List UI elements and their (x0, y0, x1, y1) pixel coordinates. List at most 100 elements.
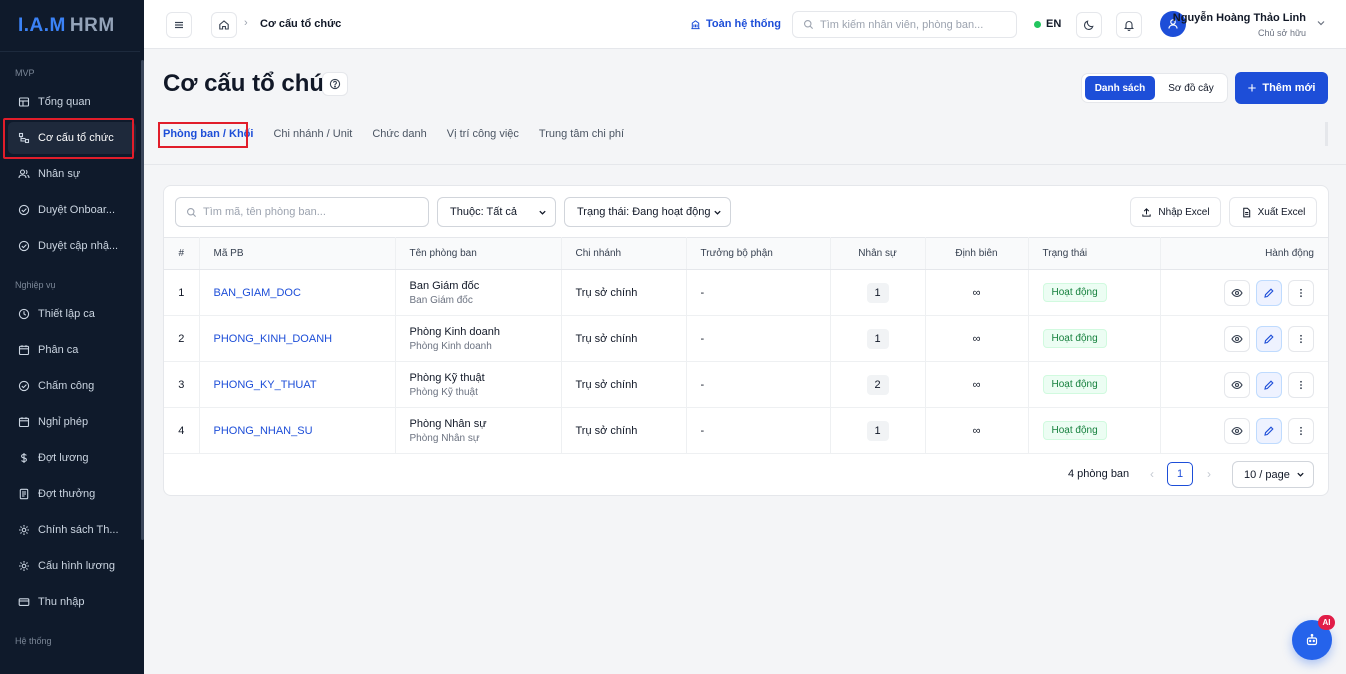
column-header[interactable]: Chi nhánh (561, 237, 687, 270)
quota-cell: ∞ (925, 269, 1029, 316)
sidebar: I.A.M HRM MVP Tổng quan Cơ cấu tổ chức Nh… (0, 0, 144, 674)
status-filter-select[interactable]: Trạng thái: Đang hoạt động (564, 197, 731, 227)
card-icon (18, 596, 30, 608)
view-button[interactable] (1224, 371, 1250, 398)
more-button[interactable] (1288, 417, 1314, 444)
global-search-input[interactable]: Tìm kiếm nhân viên, phòng ban... (792, 11, 1017, 38)
sidebar-item-salary-config[interactable]: Cấu hình lương (0, 548, 144, 584)
pagination-next-button[interactable]: › (1198, 462, 1220, 486)
department-code-link[interactable]: PHONG_NHAN_SU (214, 425, 313, 437)
department-code-link[interactable]: PHONG_KINH_DOANH (214, 333, 333, 345)
sidebar-item-shift-setup[interactable]: Thiết lập ca (0, 296, 144, 332)
belongs-filter-select[interactable]: Thuộc: Tất cả (437, 197, 556, 227)
tab-branches[interactable]: Chi nhánh / Unit (273, 128, 352, 140)
sidebar-item-update-approval[interactable]: Duyệt cập nhậ... (0, 228, 144, 264)
sidebar-item-policy[interactable]: Chính sách Th... (0, 512, 144, 548)
theme-toggle-button[interactable] (1076, 12, 1102, 38)
staff-count-badge: 1 (866, 282, 889, 303)
sidebar-item-staff[interactable]: Nhân sự (0, 156, 144, 192)
language-switch[interactable]: EN (1034, 18, 1061, 30)
sidebar-item-payroll[interactable]: Đợt lương (0, 440, 144, 476)
sidebar-item-label: Duyệt cập nhậ... (38, 240, 119, 252)
sidebar-item-bonus[interactable]: Đợt thưởng (0, 476, 144, 512)
chevron-down-icon (1297, 472, 1304, 477)
building-icon (691, 19, 700, 29)
add-new-button[interactable]: + Thêm mới (1235, 72, 1328, 104)
sidebar-scrollbar-thumb[interactable] (141, 60, 144, 540)
more-button[interactable] (1288, 279, 1314, 306)
tab-positions[interactable]: Vị trí công việc (447, 128, 519, 140)
branch-cell: Trụ sở chính (561, 361, 687, 408)
sidebar-scrollbar[interactable] (140, 0, 144, 674)
department-head-cell: - (686, 269, 831, 316)
column-header: Hành động (1160, 237, 1328, 270)
import-excel-button[interactable]: Nhập Excel (1130, 197, 1221, 227)
dollar-icon (18, 452, 30, 464)
sidebar-item-attendance[interactable]: Chấm công (0, 368, 144, 404)
tab-job-titles[interactable]: Chức danh (372, 128, 426, 140)
pencil-icon (1264, 425, 1274, 436)
column-header[interactable]: Tên phòng ban (395, 237, 562, 270)
table-row[interactable]: 1 BAN_GIAM_DOC Ban Giám đốc Ban Giám đốc Trụ… (164, 269, 1328, 316)
breadcrumb-current: Cơ cấu tổ chức (260, 18, 342, 30)
search-icon (804, 20, 814, 30)
department-name-sub: Phòng Nhân sự (409, 432, 480, 444)
edit-button[interactable] (1256, 325, 1282, 352)
department-code-link[interactable]: BAN_GIAM_DOC (214, 287, 301, 299)
notifications-button[interactable] (1116, 12, 1142, 38)
edit-button[interactable] (1256, 417, 1282, 444)
sidebar-item-label: Đợt lương (38, 452, 89, 464)
page-size-select[interactable]: 10 / page (1232, 461, 1314, 488)
pagination-page-button[interactable]: 1 (1167, 462, 1193, 486)
sidebar-item-shift-assign[interactable]: Phân ca (0, 332, 144, 368)
department-head-cell: - (686, 407, 831, 454)
department-search-input[interactable]: Tìm mã, tên phòng ban... (175, 197, 429, 227)
sidebar-item-overview[interactable]: Tổng quan (0, 84, 144, 120)
view-list-button[interactable]: Danh sách (1085, 76, 1155, 100)
home-button[interactable] (211, 12, 237, 38)
sidebar-item-label: Thu nhập (38, 596, 85, 608)
table-row[interactable]: 4 PHONG_NHAN_SU Phòng Nhân sự Phòng Nhân sự… (164, 407, 1328, 454)
column-header[interactable]: Trạng thái (1028, 237, 1161, 270)
app-logo[interactable]: I.A.M HRM (0, 0, 144, 52)
department-code-link[interactable]: PHONG_KY_THUAT (214, 379, 317, 391)
menu-toggle-button[interactable] (166, 12, 192, 38)
edit-button[interactable] (1256, 279, 1282, 306)
view-button[interactable] (1224, 279, 1250, 306)
help-button[interactable] (322, 72, 348, 96)
more-button[interactable] (1288, 325, 1314, 352)
pagination-prev-button[interactable]: ‹ (1141, 462, 1163, 486)
department-name: Phòng Kinh doanh (409, 325, 501, 338)
export-excel-button[interactable]: Xuất Excel (1229, 197, 1317, 227)
file-icon (1242, 207, 1250, 217)
sidebar-item-org-structure[interactable]: Cơ cấu tổ chức (8, 122, 136, 154)
sidebar-item-leave[interactable]: Nghỉ phép (0, 404, 144, 440)
column-header[interactable]: Mã PB (199, 237, 396, 270)
sidebar-item-onboarding-approval[interactable]: Duyệt Onboar... (0, 192, 144, 228)
table-row[interactable]: 2 PHONG_KINH_DOANH Phòng Kinh doanh Phòng K… (164, 315, 1328, 362)
user-role: Chủ sở hữu (1258, 28, 1306, 38)
view-button[interactable] (1224, 325, 1250, 352)
view-tree-button[interactable]: Sơ đồ cây (1157, 76, 1225, 100)
column-header[interactable]: Nhân sự (830, 237, 926, 270)
calendar-icon (18, 416, 30, 428)
sidebar-item-label: Đợt thưởng (38, 488, 96, 500)
edit-button[interactable] (1256, 371, 1282, 398)
eye-icon (1231, 334, 1243, 343)
view-button[interactable] (1224, 417, 1250, 444)
hamburger-icon (175, 21, 183, 29)
tabs-scrollbar[interactable] (1325, 122, 1328, 146)
gear-icon (18, 524, 30, 536)
more-vertical-icon (1300, 426, 1302, 435)
column-header[interactable]: Định biên (925, 237, 1029, 270)
tab-departments[interactable]: Phòng ban / Khối (163, 128, 253, 140)
user-name[interactable]: Nguyễn Hoàng Thảo Linh (1173, 12, 1306, 24)
more-button[interactable] (1288, 371, 1314, 398)
sidebar-item-income[interactable]: Thu nhập (0, 584, 144, 620)
sidebar-item-label: Nhân sự (38, 168, 81, 180)
column-header[interactable]: Trưởng bộ phận (686, 237, 831, 270)
tab-cost-centers[interactable]: Trung tâm chi phí (539, 128, 624, 140)
chevron-down-icon[interactable] (1316, 18, 1326, 28)
scope-selector[interactable]: Toàn hệ thống (690, 18, 781, 30)
table-row[interactable]: 3 PHONG_KY_THUAT Phòng Kỹ thuật Phòng Kỹ th… (164, 361, 1328, 408)
